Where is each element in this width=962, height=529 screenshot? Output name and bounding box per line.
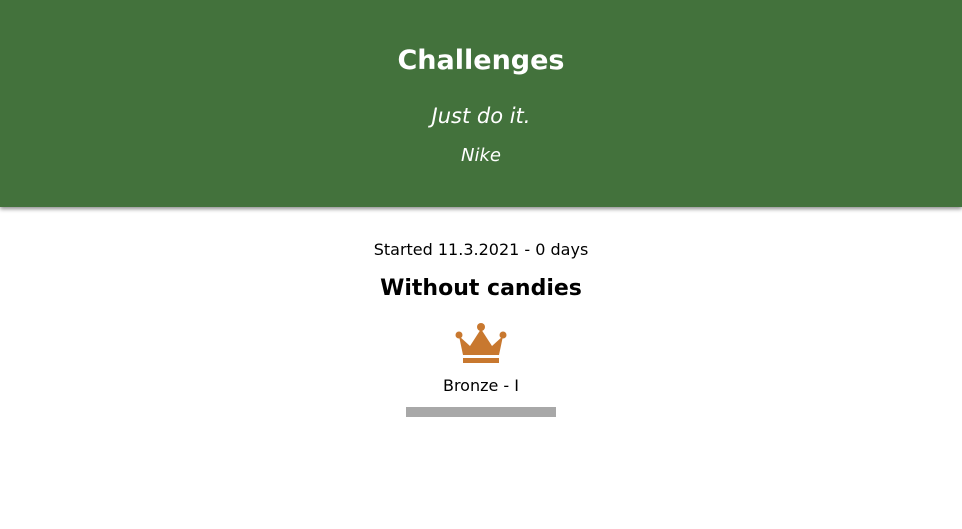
motivational-quote: Just do it. — [431, 104, 531, 128]
challenge-name: Without candies — [380, 276, 582, 301]
page-title: Challenges — [397, 45, 565, 76]
challenge-start-info: Started 11.3.2021 - 0 days — [373, 240, 589, 259]
challenge-level: Bronze - I — [442, 376, 520, 395]
crown-icon — [455, 323, 507, 363]
challenge-card: Started 11.3.2021 - 0 days Without candi… — [0, 207, 962, 529]
header-banner: Challenges Just do it. Nike — [0, 0, 962, 207]
progress-bar — [406, 407, 556, 417]
quote-author: Nike — [461, 145, 501, 166]
